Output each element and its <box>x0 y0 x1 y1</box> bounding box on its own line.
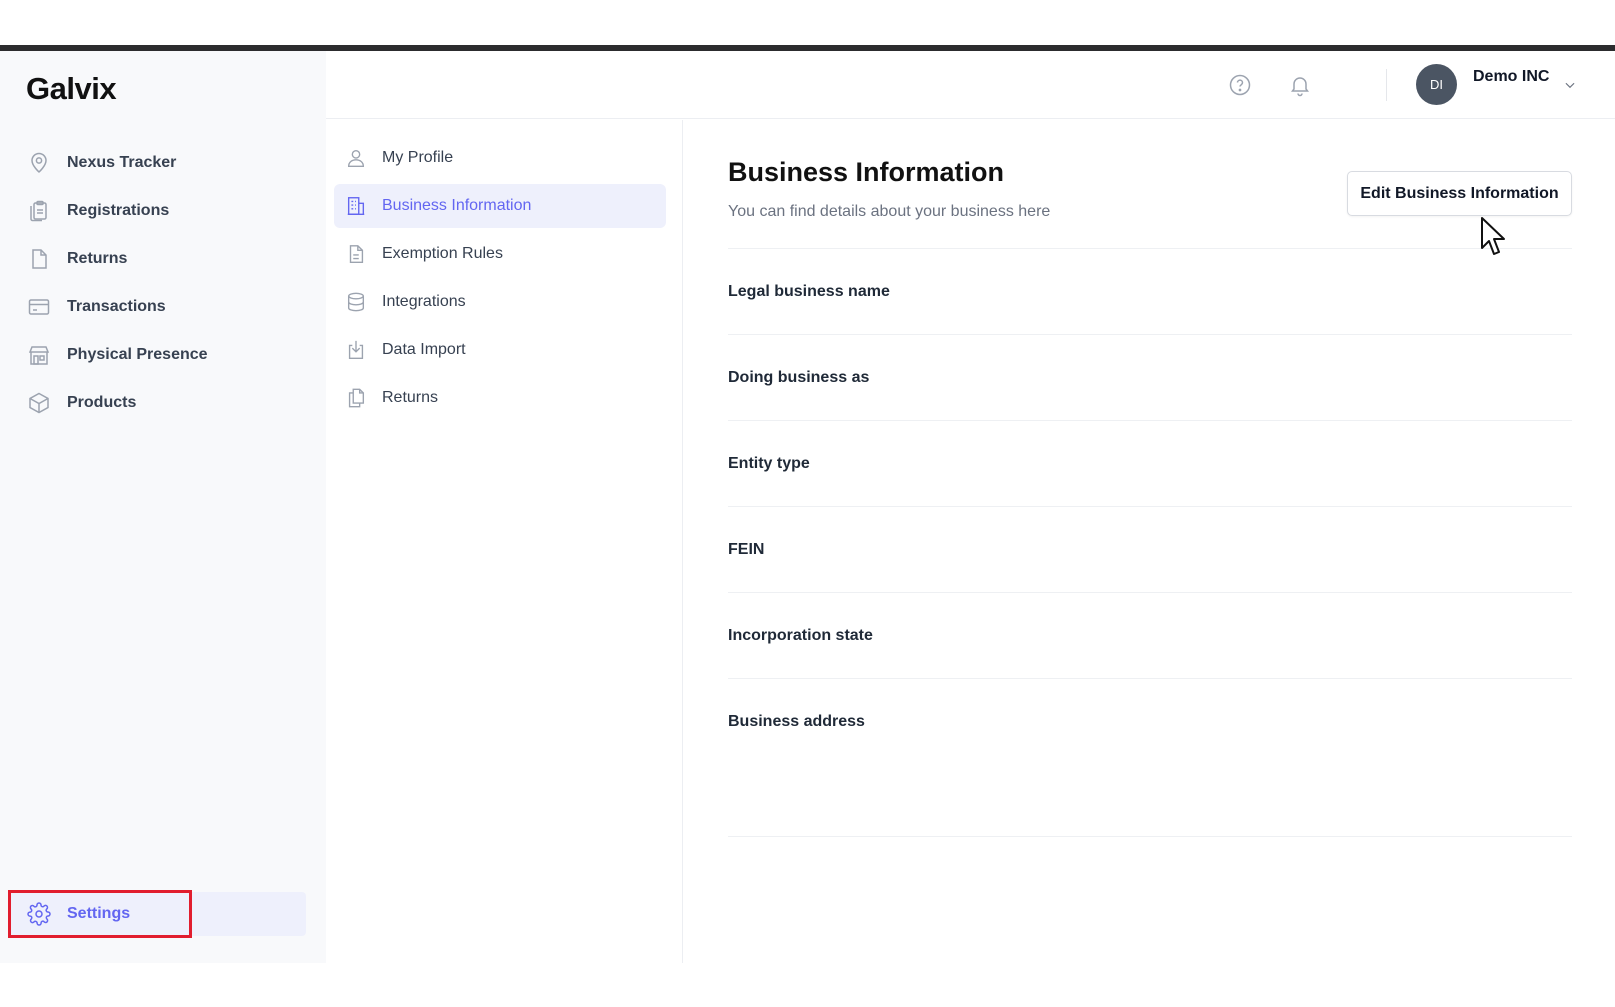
subnav-item-business-information[interactable]: Business Information <box>334 184 666 228</box>
map-pin-icon <box>26 150 52 176</box>
subnav-item-label: Returns <box>382 389 439 406</box>
field-label-business-address: Business address <box>728 713 865 730</box>
sidebar-item-label: Registrations <box>67 202 170 219</box>
header-divider <box>1386 69 1387 101</box>
field-label-doing-business-as: Doing business as <box>728 369 870 386</box>
building-icon <box>26 342 52 368</box>
subnav-item-data-import[interactable]: Data Import <box>334 328 666 372</box>
subnav-item-returns[interactable]: Returns <box>334 376 666 420</box>
sidebar-item-nexus-tracker[interactable]: Nexus Tracker <box>26 146 176 180</box>
company-name[interactable]: Demo INC <box>1473 68 1549 86</box>
import-icon <box>344 338 368 362</box>
subnav-item-label: Data Import <box>382 341 466 358</box>
file-text-icon <box>344 242 368 266</box>
edit-business-information-button[interactable]: Edit Business Information <box>1347 171 1572 216</box>
office-building-icon <box>344 194 368 218</box>
subnav-item-my-profile[interactable]: My Profile <box>334 136 666 180</box>
divider <box>728 420 1572 421</box>
clipboard-icon <box>26 198 52 224</box>
copy-icon <box>344 386 368 410</box>
field-label-legal-business-name: Legal business name <box>728 283 890 300</box>
top-header: DI Demo INC <box>326 51 1615 119</box>
box-icon <box>26 390 52 416</box>
sidebar-item-label: Physical Presence <box>67 346 208 363</box>
subnav-item-label: Exemption Rules <box>382 245 503 262</box>
app-logo[interactable]: Galvix <box>26 71 117 107</box>
business-info-panel: Business Information You can find detail… <box>684 120 1615 963</box>
field-label-entity-type: Entity type <box>728 455 810 472</box>
field-label-incorporation-state: Incorporation state <box>728 627 873 644</box>
sidebar-item-label: Transactions <box>67 298 166 315</box>
sidebar-item-label: Nexus Tracker <box>67 154 177 171</box>
divider <box>728 506 1572 507</box>
avatar[interactable]: DI <box>1416 64 1457 105</box>
chevron-down-icon[interactable] <box>1562 77 1578 93</box>
user-icon <box>344 146 368 170</box>
sidebar-item-label: Returns <box>67 250 128 267</box>
divider <box>728 334 1572 335</box>
bell-icon[interactable] <box>1286 71 1314 99</box>
divider <box>728 248 1572 249</box>
divider <box>728 678 1572 679</box>
sidebar-item-label: Settings <box>67 905 131 922</box>
page-subtitle: You can find details about your business… <box>728 203 1051 220</box>
subnav-item-label: Integrations <box>382 293 466 310</box>
credit-card-icon <box>26 294 52 320</box>
database-icon <box>344 290 368 314</box>
divider <box>728 592 1572 593</box>
sidebar-item-transactions[interactable]: Transactions <box>26 290 166 324</box>
page-title: Business Information <box>728 157 1005 187</box>
subnav-item-integrations[interactable]: Integrations <box>334 280 666 324</box>
subnav-item-label: Business Information <box>382 197 532 214</box>
mouse-pointer-icon <box>1481 217 1505 255</box>
sidebar-item-settings[interactable]: Settings <box>26 897 130 931</box>
document-icon <box>26 246 52 272</box>
gear-icon <box>26 901 52 927</box>
divider <box>728 836 1572 837</box>
sidebar-item-registrations[interactable]: Registrations <box>26 194 169 228</box>
help-circle-icon[interactable] <box>1226 71 1254 99</box>
settings-subnav: My Profile Business Information Exemptio… <box>326 120 683 963</box>
subnav-item-exemption-rules[interactable]: Exemption Rules <box>334 232 666 276</box>
sidebar-item-returns[interactable]: Returns <box>26 242 127 276</box>
settings-row: Settings <box>8 890 306 938</box>
sidebar-item-physical-presence[interactable]: Physical Presence <box>26 338 208 372</box>
main-sidebar: Galvix Nexus Tracker Registrations Retur… <box>0 51 326 963</box>
field-label-fein: FEIN <box>728 541 765 558</box>
sidebar-item-label: Products <box>67 394 137 411</box>
sidebar-item-products[interactable]: Products <box>26 386 136 420</box>
subnav-item-label: My Profile <box>382 149 454 166</box>
